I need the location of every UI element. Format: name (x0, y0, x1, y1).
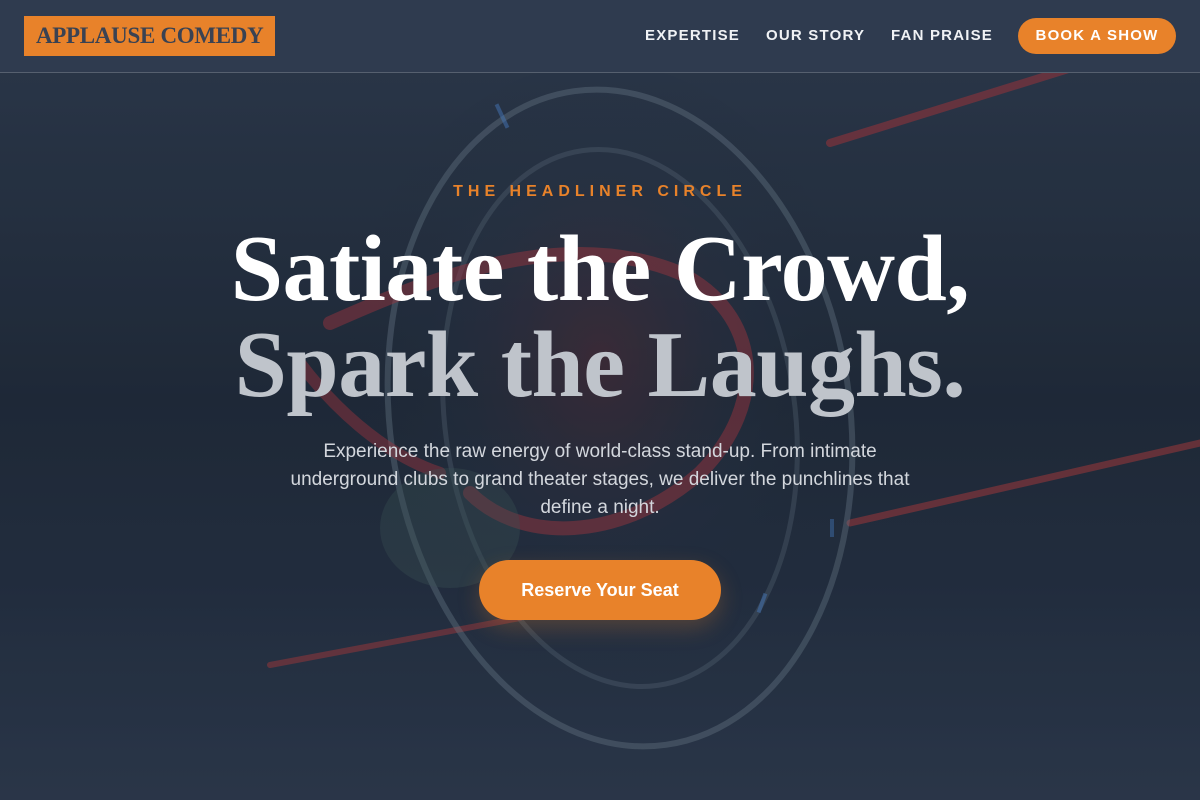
site-header: APPLAUSE COMEDY EXPERTISE OUR STORY FAN … (0, 0, 1200, 73)
hero-description: Experience the raw energy of world-class… (290, 441, 910, 518)
hero-headline-line-1: Satiate the Crowd, (230, 217, 970, 321)
book-a-show-button[interactable]: BOOK A SHOW (1018, 18, 1176, 54)
nav-link-fan-praise[interactable]: FAN PRAISE (891, 26, 993, 46)
nav-link-expertise[interactable]: EXPERTISE (645, 26, 740, 46)
hero-section: THE HEADLINER CIRCLE Satiate the Crowd, … (0, 73, 1200, 800)
nav-link-our-story[interactable]: OUR STORY (766, 26, 865, 46)
reserve-seat-button[interactable]: Reserve Your Seat (479, 560, 721, 620)
hero-headline: Satiate the Crowd, Spark the Laughs. (0, 221, 1200, 413)
hero-headline-line-2: Spark the Laughs. (234, 313, 966, 417)
brand-logo[interactable]: APPLAUSE COMEDY (24, 16, 276, 56)
hero-eyebrow: THE HEADLINER CIRCLE (453, 183, 747, 200)
